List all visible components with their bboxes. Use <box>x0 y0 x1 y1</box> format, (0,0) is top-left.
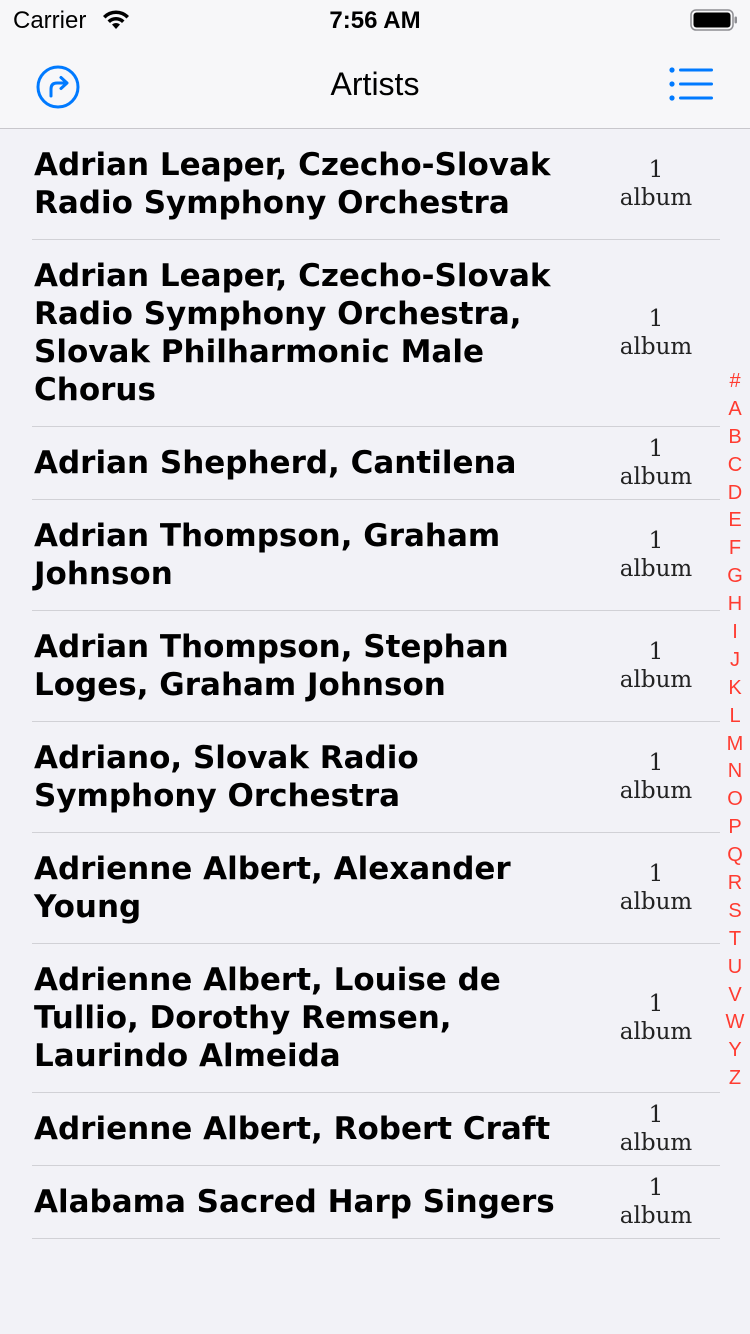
section-index-letter[interactable]: F <box>729 535 741 563</box>
album-count-number: 1 <box>648 306 664 332</box>
album-count: 1 album <box>592 435 720 491</box>
navigation-bar: Artists <box>0 42 750 129</box>
section-index-letter[interactable]: Z <box>729 1065 741 1093</box>
album-count-number: 1 <box>648 750 664 776</box>
album-count-number: 1 <box>648 991 664 1017</box>
artist-name: Alabama Sacred Harp Singers <box>34 1184 555 1220</box>
artist-name: Adrian Leaper, Czecho-Slovak Radio Symph… <box>34 147 551 221</box>
section-index-letter[interactable]: Y <box>728 1037 741 1065</box>
list-item[interactable]: Adrian Leaper, Czecho-Slovak Radio Symph… <box>32 129 720 240</box>
album-count-number: 1 <box>648 1175 664 1201</box>
album-count-unit: album <box>619 556 693 582</box>
section-index-letter[interactable]: # <box>729 368 740 396</box>
section-index-letter[interactable]: Q <box>727 842 743 870</box>
album-count-unit: album <box>619 1203 693 1229</box>
section-index-letter[interactable]: L <box>729 703 740 731</box>
artist-name: Adrienne Albert, Robert Craft <box>34 1111 551 1147</box>
section-index-letter[interactable]: D <box>728 480 742 508</box>
section-index-letter[interactable]: T <box>729 926 741 954</box>
album-count: 1 album <box>592 1101 720 1157</box>
album-count: 1 album <box>592 1174 720 1230</box>
page-title: Artists <box>330 66 420 102</box>
album-count-number: 1 <box>648 861 664 887</box>
album-count: 1 album <box>592 860 720 916</box>
album-count-unit: album <box>619 1019 693 1045</box>
artist-name: Adrian Leaper, Czecho-Slovak Radio Symph… <box>34 258 551 408</box>
album-count-unit: album <box>619 334 693 360</box>
album-count-number: 1 <box>648 528 664 554</box>
list-item[interactable]: Adrienne Albert, Robert Craft 1 album <box>32 1093 720 1166</box>
album-count-number: 1 <box>648 157 664 183</box>
list-item[interactable]: Alabama Sacred Harp Singers 1 album <box>32 1166 720 1239</box>
list-item[interactable]: Adrienne Albert, Alexander Young 1 album <box>32 833 720 944</box>
album-count-unit: album <box>619 185 693 211</box>
section-index: # A B C D E F G H I J K L M N O P Q R S … <box>722 368 748 1093</box>
section-index-letter[interactable]: K <box>728 675 741 703</box>
section-index-letter[interactable]: V <box>728 982 741 1010</box>
section-index-letter[interactable]: B <box>728 424 741 452</box>
artist-name: Adrian Thompson, Graham Johnson <box>34 518 501 592</box>
album-count-unit: album <box>619 464 693 490</box>
artist-name: Adriano, Slovak Radio Symphony Orchestra <box>34 740 419 814</box>
album-count: 1 album <box>592 156 720 212</box>
artist-name: Adrienne Albert, Alexander Young <box>34 851 511 925</box>
list-item[interactable]: Adrienne Albert, Louise de Tullio, Dorot… <box>32 944 720 1093</box>
album-count: 1 album <box>592 305 720 361</box>
status-bar: Carrier 7:56 AM <box>0 0 750 42</box>
list-item[interactable]: Adriano, Slovak Radio Symphony Orchestra… <box>32 722 720 833</box>
list-item[interactable]: Adrian Thompson, Stephan Loges, Graham J… <box>32 611 720 722</box>
album-count-unit: album <box>619 1130 693 1156</box>
section-index-letter[interactable]: W <box>726 1009 745 1037</box>
section-index-letter[interactable]: E <box>728 507 741 535</box>
section-index-letter[interactable]: P <box>728 814 741 842</box>
section-index-letter[interactable]: J <box>730 647 740 675</box>
album-count-unit: album <box>619 889 693 915</box>
list-item[interactable]: Adrian Thompson, Graham Johnson 1 album <box>32 500 720 611</box>
list-item[interactable]: Adrian Leaper, Czecho-Slovak Radio Symph… <box>32 240 720 427</box>
artist-name: Adrian Thompson, Stephan Loges, Graham J… <box>34 629 509 703</box>
album-count-number: 1 <box>648 1102 664 1128</box>
section-index-letter[interactable]: U <box>728 954 742 982</box>
artist-list: Adrian Leaper, Czecho-Slovak Radio Symph… <box>0 129 750 1239</box>
album-count: 1 album <box>592 527 720 583</box>
section-index-letter[interactable]: S <box>728 898 741 926</box>
album-count: 1 album <box>592 638 720 694</box>
album-count-number: 1 <box>648 639 664 665</box>
section-index-letter[interactable]: G <box>727 563 743 591</box>
album-count-number: 1 <box>648 436 664 462</box>
battery-icon <box>690 9 737 31</box>
section-index-letter[interactable]: H <box>728 591 742 619</box>
section-index-letter[interactable]: A <box>728 396 741 424</box>
artist-name: Adrian Shepherd, Cantilena <box>34 445 517 481</box>
section-index-letter[interactable]: R <box>728 870 742 898</box>
section-index-letter[interactable]: N <box>728 758 742 786</box>
list-icon[interactable] <box>668 66 714 102</box>
list-item[interactable]: Adrian Shepherd, Cantilena 1 album <box>32 427 720 500</box>
section-index-letter[interactable]: C <box>728 452 742 480</box>
album-count: 1 album <box>592 990 720 1046</box>
section-index-letter[interactable]: O <box>727 786 743 814</box>
section-index-letter[interactable]: I <box>732 619 738 647</box>
album-count-unit: album <box>619 778 693 804</box>
status-time: 7:56 AM <box>329 7 421 34</box>
section-index-letter[interactable]: M <box>727 731 744 759</box>
album-count-unit: album <box>619 667 693 693</box>
album-count: 1 album <box>592 749 720 805</box>
artist-name: Adrienne Albert, Louise de Tullio, Dorot… <box>34 962 501 1074</box>
